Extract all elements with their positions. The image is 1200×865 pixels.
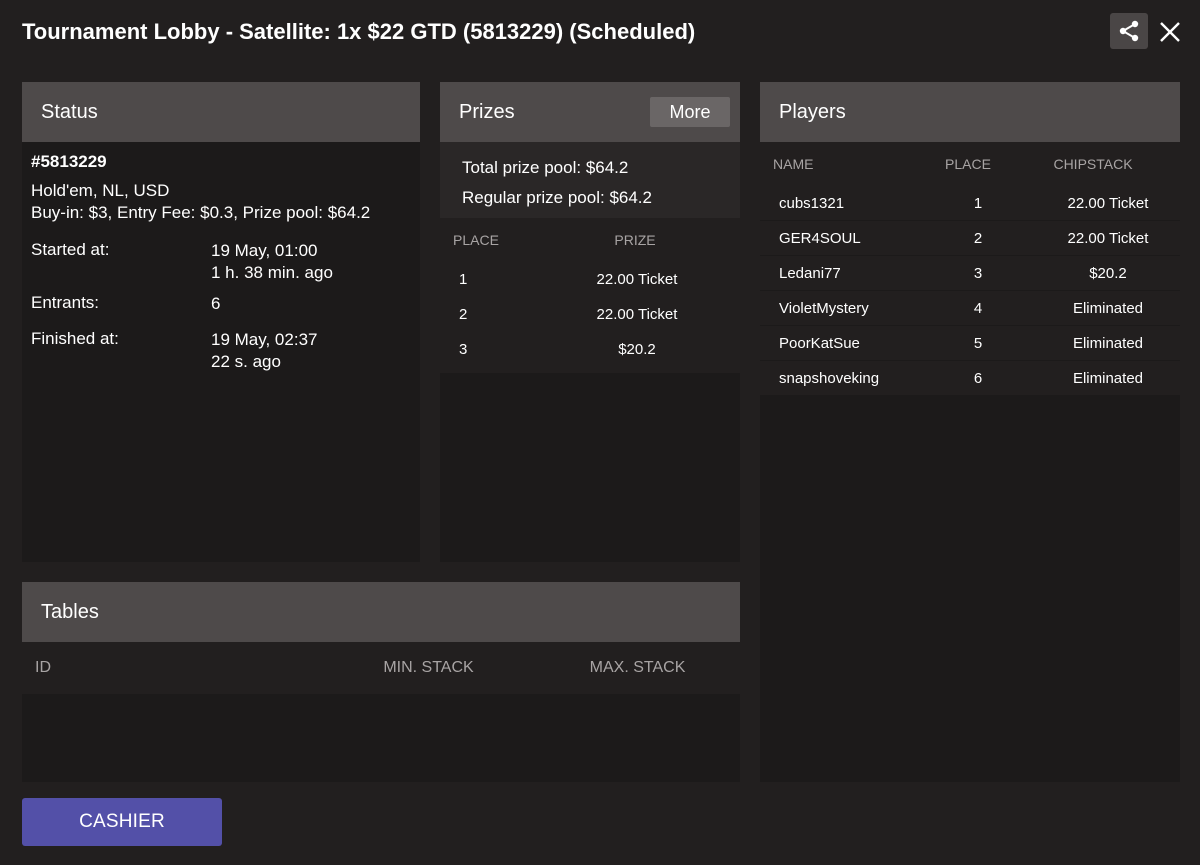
player-name: Ledani77 xyxy=(779,264,841,282)
player-chipstack: Eliminated xyxy=(1072,299,1144,317)
player-chipstack: Eliminated xyxy=(1072,334,1144,352)
players-col-chipstack[interactable]: CHIPSTACK xyxy=(1016,156,1180,172)
prize-pool-box: Total prize pool: $64.2 Regular prize po… xyxy=(440,142,740,218)
players-table: NAME PLACE CHIPSTACK cubs1321 1 22.00 Ti… xyxy=(760,142,1180,396)
players-col-name[interactable]: NAME xyxy=(760,156,920,172)
started-label: Started at: xyxy=(31,240,110,259)
player-place: 4 xyxy=(973,299,983,317)
close-button[interactable] xyxy=(1156,18,1184,46)
player-place: 3 xyxy=(973,264,983,282)
player-chipstack: 22.00 Ticket xyxy=(1067,229,1149,247)
started-value: 19 May, 01:00 xyxy=(211,241,318,260)
prize-value: 22.00 Ticket xyxy=(596,306,678,323)
finished-label: Finished at: xyxy=(31,329,119,348)
prizes-table: 1 22.00 Ticket 2 22.00 Ticket 3 $20.2 xyxy=(440,262,740,373)
share-icon xyxy=(1119,20,1139,42)
status-panel: Status #5813229 Hold'em, NL, USD Buy-in:… xyxy=(22,82,420,562)
player-chipstack: Eliminated xyxy=(1072,369,1144,387)
entrants-label: Entrants: xyxy=(31,293,100,312)
player-name: snapshoveking xyxy=(779,369,880,387)
window-title: Tournament Lobby - Satellite: 1x $22 GTD… xyxy=(22,19,696,44)
cashier-button[interactable]: CASHIER xyxy=(22,798,222,846)
share-button[interactable] xyxy=(1110,13,1148,49)
player-name: VioletMystery xyxy=(779,299,869,317)
player-name: GER4SOUL xyxy=(779,229,861,247)
tables-panel: Tables ID MIN. STACK MAX. STACK xyxy=(22,582,740,782)
prizes-panel: Prizes More Total prize pool: $64.2 Regu… xyxy=(440,82,740,562)
buyin-info: Buy-in: $3, Entry Fee: $0.3, Prize pool:… xyxy=(31,203,371,222)
started-row: Started at: 19 May, 01:00 1 h. 38 min. a… xyxy=(31,240,411,284)
player-name: PoorKatSue xyxy=(779,334,860,352)
players-panel: Players NAME PLACE CHIPSTACK cubs1321 1 … xyxy=(760,82,1180,782)
close-icon xyxy=(1160,22,1180,42)
prizes-title: Prizes xyxy=(459,100,515,123)
tournament-id: #5813229 xyxy=(31,152,107,171)
prizes-col-place[interactable]: PLACE xyxy=(440,232,520,248)
total-prize-pool-value: $64.2 xyxy=(585,158,629,177)
regular-prize-pool-value: $64.2 xyxy=(609,188,652,207)
player-place: 2 xyxy=(973,229,983,247)
prize-value: 22.00 Ticket xyxy=(596,271,678,288)
prizes-column-headers: PLACE PRIZE xyxy=(440,218,740,262)
entrants-value: 6 xyxy=(211,294,221,313)
player-name: cubs1321 xyxy=(779,194,845,212)
prize-value: $20.2 xyxy=(618,341,656,358)
player-row[interactable]: cubs1321 1 22.00 Ticket xyxy=(760,186,1180,221)
player-place: 5 xyxy=(973,334,983,352)
players-header: Players xyxy=(760,82,1180,142)
player-chipstack: $20.2 xyxy=(1089,264,1127,282)
player-row[interactable]: GER4SOUL 2 22.00 Ticket xyxy=(760,221,1180,256)
regular-prize-pool: Regular prize pool: $64.2 xyxy=(462,183,718,213)
entrants-row: Entrants: 6 xyxy=(31,293,411,315)
player-place: 6 xyxy=(973,369,983,387)
total-prize-pool-label: Total prize pool: xyxy=(462,158,582,177)
finished-ago: 22 s. ago xyxy=(211,352,281,371)
tables-col-min-stack[interactable]: MIN. STACK xyxy=(322,659,535,677)
player-chipstack: 22.00 Ticket xyxy=(1067,194,1149,212)
player-row[interactable]: snapshoveking 6 Eliminated xyxy=(760,361,1180,396)
more-button[interactable]: More xyxy=(650,97,730,127)
tables-col-max-stack[interactable]: MAX. STACK xyxy=(535,659,740,677)
tables-header: Tables xyxy=(22,582,740,642)
prize-row: 2 22.00 Ticket xyxy=(440,297,740,332)
prize-place: 1 xyxy=(459,271,468,288)
total-prize-pool: Total prize pool: $64.2 xyxy=(462,153,718,183)
player-place: 1 xyxy=(973,194,983,212)
prize-row: 1 22.00 Ticket xyxy=(440,262,740,297)
finished-row: Finished at: 19 May, 02:37 22 s. ago xyxy=(31,329,411,373)
tables-column-headers: ID MIN. STACK MAX. STACK xyxy=(22,642,740,694)
prize-place: 2 xyxy=(459,306,468,323)
started-ago: 1 h. 38 min. ago xyxy=(211,263,333,282)
players-col-place[interactable]: PLACE xyxy=(920,156,1016,172)
regular-prize-pool-label: Regular prize pool: xyxy=(462,188,605,207)
tables-col-id[interactable]: ID xyxy=(22,659,322,677)
finished-value: 19 May, 02:37 xyxy=(211,330,318,349)
player-row[interactable]: Ledani77 3 $20.2 xyxy=(760,256,1180,291)
game-type: Hold'em, NL, USD xyxy=(31,181,170,200)
prize-row: 3 $20.2 xyxy=(440,332,740,367)
status-header: Status xyxy=(22,82,420,142)
player-row[interactable]: PoorKatSue 5 Eliminated xyxy=(760,326,1180,361)
players-column-headers: NAME PLACE CHIPSTACK xyxy=(760,142,1180,186)
prize-place: 3 xyxy=(459,341,468,358)
prizes-header: Prizes More xyxy=(440,82,740,142)
prizes-col-prize[interactable]: PRIZE xyxy=(520,232,720,248)
player-row[interactable]: VioletMystery 4 Eliminated xyxy=(760,291,1180,326)
